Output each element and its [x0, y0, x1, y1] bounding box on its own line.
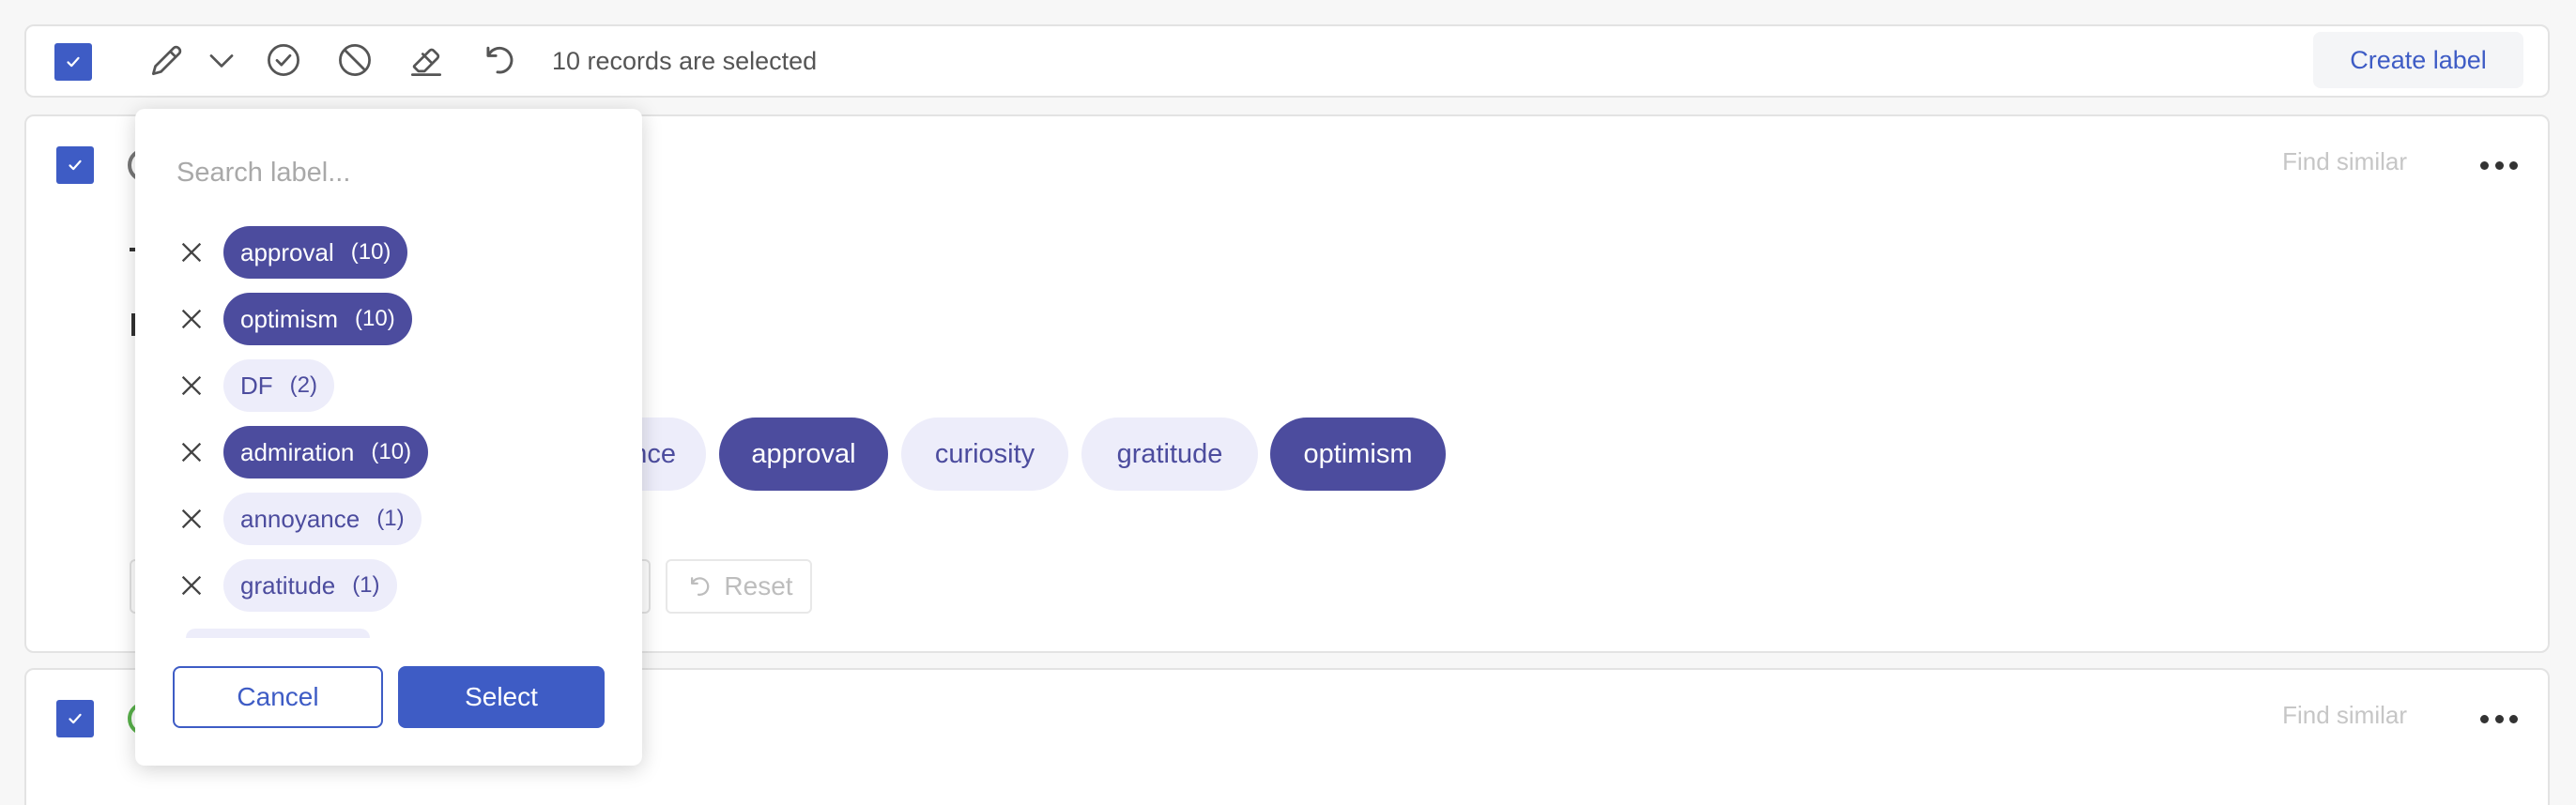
label-option: annoyance (1)	[173, 492, 422, 546]
label-pill-admiration[interactable]: admiration (10)	[223, 426, 429, 478]
discard-ban-icon[interactable]	[332, 38, 377, 83]
check-icon	[69, 159, 82, 171]
label-pill-df[interactable]: DF (2)	[223, 359, 335, 412]
label-pill-approval[interactable]: approval (10)	[223, 226, 408, 279]
select-all-checkbox[interactable]	[54, 43, 92, 81]
label-chip-optimism[interactable]: optimism	[1270, 418, 1446, 491]
record-checkbox[interactable]	[56, 146, 94, 184]
label-list: approval (10) optimism (10) DF (2) admir…	[135, 225, 642, 629]
label-option: admiration (10)	[173, 425, 429, 479]
label-option: gratitude (1)	[173, 558, 397, 613]
label-chip-gratitude[interactable]: gratitude	[1081, 418, 1258, 491]
select-button[interactable]: Select	[398, 666, 605, 728]
label-option: optimism (10)	[173, 292, 412, 346]
close-icon[interactable]	[173, 567, 210, 604]
label-pill-gratitude[interactable]: gratitude (1)	[223, 559, 397, 612]
label-option: DF (2)	[173, 358, 335, 413]
search-label-input[interactable]	[176, 144, 590, 201]
dropdown-actions: Cancel Select	[173, 666, 605, 728]
close-icon[interactable]	[173, 234, 210, 271]
record-checkbox[interactable]	[56, 700, 94, 737]
more-options-icon[interactable]	[2480, 156, 2518, 175]
cancel-button[interactable]: Cancel	[173, 666, 383, 728]
records-selected-text: 10 records are selected	[552, 47, 818, 75]
label-option: approval (10)	[173, 225, 408, 280]
find-similar-link[interactable]: Find similar	[2282, 147, 2407, 176]
label-pill-annoyance[interactable]: annoyance (1)	[223, 493, 422, 545]
label-dropdown: approval (10) optimism (10) DF (2)	[135, 109, 642, 766]
close-icon[interactable]	[173, 500, 210, 538]
validate-check-circle-icon[interactable]	[261, 38, 306, 83]
eraser-icon[interactable]	[404, 38, 449, 83]
close-icon[interactable]	[173, 367, 210, 404]
label-chip-approval[interactable]: approval	[719, 418, 888, 491]
label-pill-optimism[interactable]: optimism (10)	[223, 293, 412, 345]
pencil-icon[interactable]	[145, 38, 190, 83]
reset-button[interactable]: Reset	[666, 559, 812, 614]
label-chip-curiosity[interactable]: curiosity	[901, 418, 1068, 491]
close-icon[interactable]	[173, 300, 210, 338]
close-icon[interactable]	[173, 433, 210, 471]
check-icon	[67, 56, 80, 68]
undo-icon[interactable]	[475, 38, 520, 83]
create-label-button[interactable]: Create label	[2313, 32, 2523, 88]
more-options-icon[interactable]	[2480, 709, 2518, 728]
label-pill-partial	[186, 629, 370, 638]
check-icon	[69, 713, 82, 724]
find-similar-link[interactable]: Find similar	[2282, 701, 2407, 730]
chevron-down-icon[interactable]	[199, 38, 244, 83]
undo-icon	[691, 577, 710, 596]
